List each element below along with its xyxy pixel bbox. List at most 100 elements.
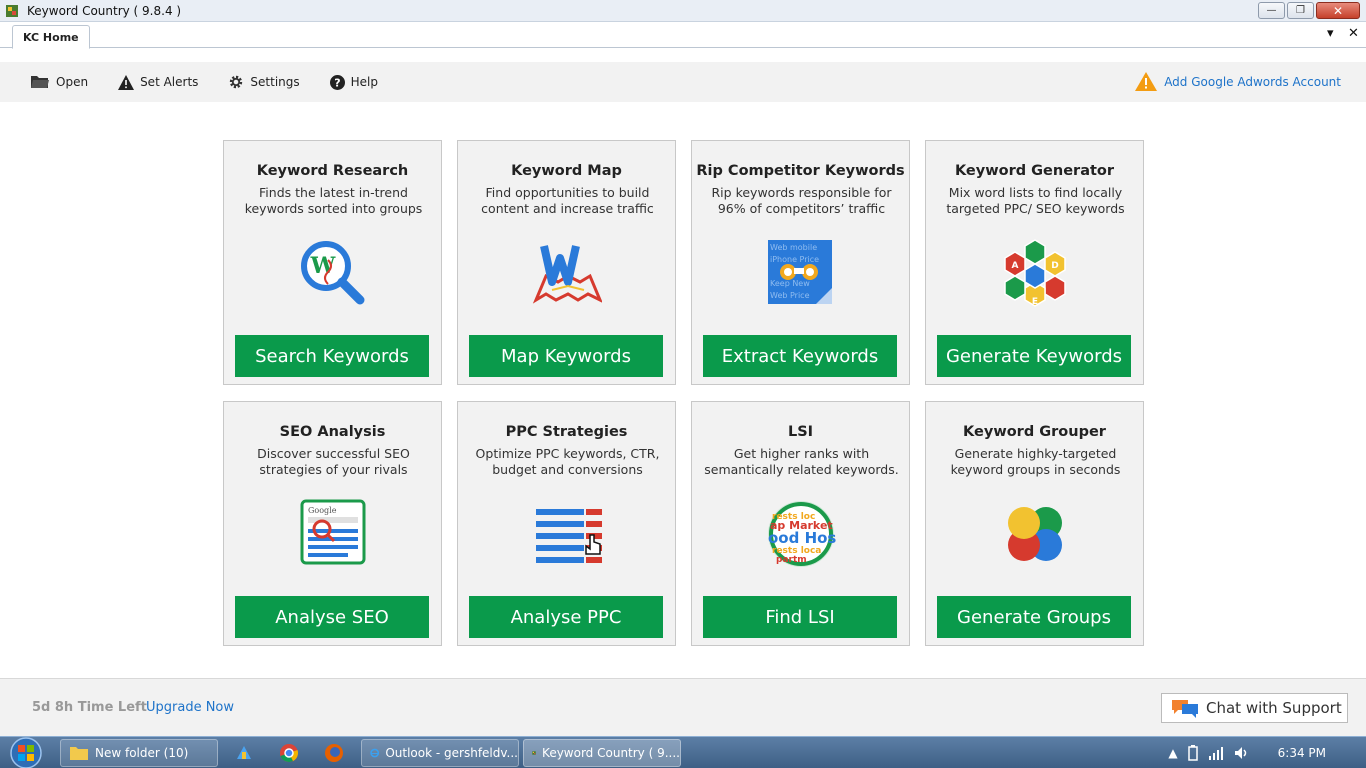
show-hidden-icons-icon[interactable]: ▲ [1168,746,1177,760]
title-bar: Keyword Country ( 9.8.4 ) — ❐ ✕ [0,0,1366,22]
warning-icon [1135,72,1158,91]
card-keyword-grouper: Keyword Grouper Generate highky-targeted… [925,401,1144,646]
map-keywords-button[interactable]: Map Keywords [469,335,663,377]
card-description: Find opportunities to build content and … [481,185,654,216]
taskbar-item-label: Outlook - gershfeldv... [385,746,518,760]
card-title: LSI [787,424,814,440]
toolbar: Open Set Alerts Settings ? Help Add Goog… [0,62,1366,102]
tab-menu-icon[interactable]: ▾ [1327,26,1334,41]
taskbar-item-new-folder[interactable]: New folder (10) [60,739,218,767]
card-keyword-generator: Keyword Generator Mix word lists to find… [925,140,1144,385]
settings-button[interactable]: Settings [228,74,300,90]
tab-close-icon[interactable]: ✕ [1348,26,1359,41]
windows-taskbar: New folder (10) Outlook - gershfeldv... … [0,736,1366,768]
taskbar-item-outlook[interactable]: Outlook - gershfeldv... [361,739,519,767]
generate-groups-button[interactable]: Generate Groups [937,596,1131,638]
card-description: Rip keywords responsible for 96% of comp… [711,185,892,216]
window-title: Keyword Country ( 9.8.4 ) [27,3,182,18]
card-rip-competitor-keywords: Rip Competitor Keywords Rip keywords res… [691,140,910,385]
trial-time-left: 5d 8h Time Left [32,700,147,715]
magnifier-wiki-icon: W [301,241,365,305]
card-description: Finds the latest in-trend keywords sorte… [244,185,423,216]
analyse-seo-button[interactable]: Analyse SEO [235,596,429,638]
card-description: Discover successful SEO strategies of yo… [257,446,410,477]
lsi-circle-icon: rests loc ap Market ood Hos rests loca p… [768,501,836,567]
svg-text:Web mobile: Web mobile [770,243,817,252]
card-description: Optimize PPC keywords, CTR, budget and c… [475,446,660,477]
start-button[interactable] [4,737,48,768]
clock[interactable]: 6:34 PM [1278,746,1326,760]
svg-text:E: E [1032,297,1038,307]
tab-strip: KC Home ▾ ✕ [0,22,1366,49]
folder-icon [31,76,49,88]
taskbar-item-label: New folder (10) [95,746,189,760]
system-tray: ▲ 6:34 PM [1168,737,1366,768]
card-description: Get higher ranks with semantically relat… [704,446,899,477]
analyse-ppc-button[interactable]: Analyse PPC [469,596,663,638]
card-ppc-strategies: PPC Strategies Optimize PPC keywords, CT… [457,401,676,646]
svg-text:A: A [1012,261,1019,271]
internet-explorer-icon [370,748,380,758]
upgrade-now-link[interactable]: Upgrade Now [146,700,234,715]
maximize-button[interactable]: ❐ [1287,2,1314,19]
search-keywords-button[interactable]: Search Keywords [235,335,429,377]
google-search-icon: Google [300,499,366,565]
pinned-app-icon[interactable] [234,743,254,763]
app-icon [532,751,536,755]
card-title: Keyword Map [511,163,622,179]
card-seo-analysis: SEO Analysis Discover successful SEO str… [223,401,442,646]
svg-text:Keep New: Keep New [770,279,810,288]
chat-with-support-button[interactable]: Chat with Support [1161,693,1348,723]
help-label: Help [350,75,378,89]
card-title: SEO Analysis [279,424,386,440]
add-adwords-account-link[interactable]: Add Google Adwords Account [1135,72,1341,91]
svg-text:Google: Google [308,506,337,515]
card-title: Keyword Grouper [963,424,1106,440]
card-title: Rip Competitor Keywords [696,163,905,179]
card-title: Keyword Generator [954,163,1115,179]
generate-keywords-button[interactable]: Generate Keywords [937,335,1131,377]
card-description: Mix word lists to find locally targeted … [946,185,1125,216]
card-description: Generate highky-targeted keyword groups … [950,446,1121,477]
minimize-button[interactable]: — [1258,2,1285,19]
find-lsi-button[interactable]: Find LSI [703,596,897,638]
ppc-bars-icon [536,509,602,563]
open-button[interactable]: Open [30,74,88,90]
svg-text:D: D [1051,261,1058,271]
firefox-icon[interactable] [324,743,344,763]
open-label: Open [56,75,89,89]
warning-icon [118,74,135,90]
taskbar-item-label: Keyword Country ( 9.... [542,746,680,760]
help-button[interactable]: ? Help [329,74,378,90]
close-window-button[interactable]: ✕ [1316,2,1360,19]
svg-text:iPhone Price: iPhone Price [770,255,819,264]
card-title: PPC Strategies [505,424,628,440]
network-signal-icon[interactable] [1208,746,1224,760]
settings-label: Settings [250,75,300,89]
binoculars-icon: Web mobile iPhone Price Keep New Web Pri… [768,240,832,304]
app-icon [6,4,18,17]
circles-group-icon [1008,507,1062,561]
chrome-icon[interactable] [279,743,299,763]
card-lsi: LSI Get higher ranks with semantically r… [691,401,910,646]
taskbar-item-keyword-country[interactable]: Keyword Country ( 9.... [523,739,681,767]
folder-icon [70,747,88,760]
set-alerts-label: Set Alerts [140,75,199,89]
help-icon: ? [329,74,345,90]
card-keyword-map: Keyword Map Find opportunities to build … [457,140,676,385]
set-alerts-button[interactable]: Set Alerts [118,74,199,90]
svg-text:partm: partm [776,555,807,565]
card-keyword-research: Keyword Research Finds the latest in-tre… [223,140,442,385]
battery-icon[interactable] [1187,745,1198,761]
volume-icon[interactable] [1234,746,1250,760]
hexagon-cluster-icon: A D E [1004,239,1066,307]
svg-text:ood Hos: ood Hos [768,529,836,547]
extract-keywords-button[interactable]: Extract Keywords [703,335,897,377]
map-icon [532,245,602,304]
gear-icon [230,75,243,89]
footer-bar: 5d 8h Time Left Upgrade Now Chat with Su… [0,678,1366,736]
svg-text:?: ? [334,76,340,89]
tab-kc-home[interactable]: KC Home [12,25,90,49]
chat-bubble-icon [1172,700,1198,718]
add-adwords-label: Add Google Adwords Account [1164,74,1341,89]
